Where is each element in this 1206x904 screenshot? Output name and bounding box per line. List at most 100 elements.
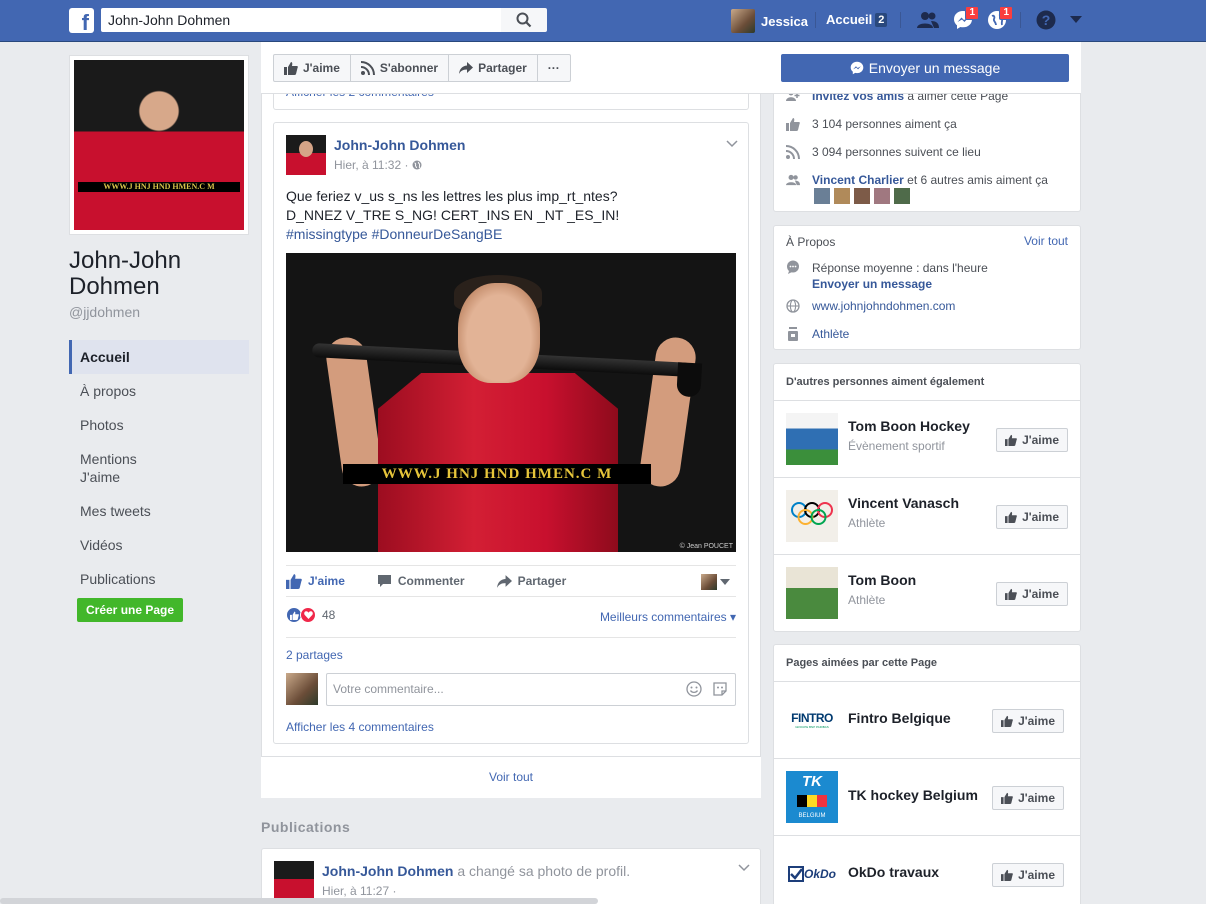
speech-bubble-icon bbox=[787, 260, 799, 274]
suggested-page-name[interactable]: Tom Boon Hockey bbox=[848, 418, 970, 434]
top-navbar: f John-John Dohmen Jessica Accueil 2 1 1… bbox=[0, 0, 1206, 42]
liked-page-name[interactable]: TK hockey Belgium bbox=[848, 787, 978, 803]
comment-input[interactable]: Votre commentaire... bbox=[326, 673, 736, 706]
share-page-button[interactable]: Partager bbox=[449, 55, 538, 81]
nav-item-about[interactable]: À propos bbox=[69, 374, 249, 408]
page-thumbnail[interactable] bbox=[786, 413, 838, 465]
profile-link[interactable]: Jessica bbox=[731, 9, 808, 33]
nav-item-photos[interactable]: Photos bbox=[69, 408, 249, 442]
facebook-logo-icon[interactable]: f bbox=[69, 8, 94, 33]
nav-item-likes[interactable]: Mentions J'aime bbox=[69, 442, 169, 494]
page-thumbnail[interactable] bbox=[786, 490, 838, 542]
avatar[interactable] bbox=[874, 188, 890, 204]
avatar bbox=[286, 673, 318, 705]
create-page-button[interactable]: Créer une Page bbox=[77, 598, 184, 622]
like-page-button[interactable]: J'aime bbox=[992, 709, 1064, 733]
photo-detail bbox=[458, 283, 540, 383]
suggested-page-item: Tom Boon Hockey Évènement sportif J'aime bbox=[773, 400, 1081, 477]
about-card: À Propos Voir tout Réponse moyenne : dan… bbox=[773, 225, 1081, 350]
avatar[interactable] bbox=[854, 188, 870, 204]
follow-button[interactable]: S'abonner bbox=[351, 55, 450, 81]
see-all-posts-link[interactable]: Voir tout bbox=[261, 756, 761, 798]
reactions-summary[interactable]: 48 bbox=[286, 607, 335, 623]
comment-label: Commenter bbox=[397, 574, 465, 588]
comment-button[interactable]: Commenter bbox=[377, 574, 465, 588]
friend-name-link[interactable]: Vincent Charlier bbox=[812, 173, 904, 187]
post-author[interactable]: John-John Dohmen bbox=[334, 137, 465, 153]
shares-count[interactable]: 2 partages bbox=[286, 648, 343, 662]
like-page-button[interactable]: J'aime bbox=[992, 786, 1064, 810]
nav-item-tweets[interactable]: Mes tweets bbox=[69, 494, 249, 528]
like-page-button[interactable]: J'aime bbox=[992, 863, 1064, 887]
post-author-avatar[interactable] bbox=[274, 861, 314, 901]
post-photo[interactable]: WWW.J HNJ HND HMEN.C M © Jean POUCET bbox=[286, 253, 736, 552]
chevron-down-icon bbox=[738, 864, 750, 872]
followers-count-row: 3 094 personnes suivent ce lieu bbox=[786, 145, 981, 159]
love-reaction-icon bbox=[300, 607, 316, 623]
tk-logo-subtext: BELGIUM bbox=[798, 813, 826, 819]
search-input[interactable]: John-John Dohmen bbox=[101, 8, 501, 32]
like-page-button[interactable]: J'aime bbox=[996, 582, 1068, 606]
emoji-icon[interactable] bbox=[686, 681, 702, 697]
about-see-all-link[interactable]: Voir tout bbox=[1024, 234, 1068, 248]
like-page-button[interactable]: J'aime bbox=[996, 505, 1068, 529]
nav-item-videos[interactable]: Vidéos bbox=[69, 528, 249, 562]
friends-like-text: et 6 autres amis aiment ça bbox=[907, 173, 1048, 187]
post-share-button[interactable]: Partager bbox=[496, 574, 566, 588]
page-handle[interactable]: @jjdohmen bbox=[69, 304, 140, 320]
page-thumbnail[interactable]: FINTRO GROUPE BNP PARIBAS bbox=[786, 694, 838, 746]
post-text-line: Que feriez v_us s_ns les lettres les plu… bbox=[286, 188, 618, 204]
sticker-icon[interactable] bbox=[712, 681, 728, 697]
post-like-button[interactable]: J'aime bbox=[286, 573, 345, 589]
avatar bbox=[701, 574, 717, 590]
suggested-page-name[interactable]: Vincent Vanasch bbox=[848, 495, 959, 511]
post-author-avatar[interactable] bbox=[286, 135, 326, 175]
profile-picture[interactable]: WWW.J HNJ HND HMEN.C M bbox=[69, 55, 249, 235]
horizontal-scrollbar[interactable] bbox=[0, 898, 598, 904]
publication-author[interactable]: John-John Dohmen bbox=[322, 863, 453, 879]
website-link[interactable]: www.johnjohndohmen.com bbox=[812, 299, 955, 313]
account-menu-button[interactable] bbox=[1064, 9, 1088, 31]
friends-icon bbox=[786, 174, 800, 186]
liked-page-name[interactable]: Fintro Belgique bbox=[848, 710, 951, 726]
page-like-button[interactable]: J'aime bbox=[274, 55, 351, 81]
hashtag-link[interactable]: #missingtype bbox=[286, 226, 368, 242]
page-thumbnail[interactable]: OkDo bbox=[786, 848, 838, 900]
publication-time[interactable]: Hier, à 11:27 · bbox=[322, 884, 396, 898]
avatar[interactable] bbox=[814, 188, 830, 204]
notifications-button[interactable]: 1 bbox=[985, 6, 1013, 31]
thumbs-up-icon bbox=[1001, 792, 1013, 804]
liked-page-name[interactable]: OkDo travaux bbox=[848, 864, 939, 880]
send-message-button[interactable]: Envoyer un message bbox=[781, 54, 1069, 82]
more-options-button[interactable]: ··· bbox=[538, 55, 570, 81]
followers-count: 3 094 personnes suivent ce lieu bbox=[812, 145, 981, 159]
search-button[interactable] bbox=[501, 8, 547, 32]
post-options-button[interactable] bbox=[726, 137, 738, 151]
react-as-selector[interactable] bbox=[701, 574, 730, 590]
post-options-button[interactable] bbox=[738, 861, 750, 875]
trophy-icon bbox=[788, 327, 798, 341]
suggested-page-item: Tom Boon Athlète J'aime bbox=[773, 554, 1081, 632]
like-page-label: J'aime bbox=[1022, 587, 1059, 601]
avatar[interactable] bbox=[834, 188, 850, 204]
post-timestamp[interactable]: Hier, à 11:32 · bbox=[334, 158, 422, 172]
category-link[interactable]: Athlète bbox=[812, 327, 849, 341]
suggested-page-name[interactable]: Tom Boon bbox=[848, 572, 916, 588]
friend-requests-button[interactable] bbox=[916, 9, 940, 31]
photo-detail bbox=[378, 373, 618, 552]
help-button[interactable]: ? bbox=[1034, 9, 1058, 31]
nav-item-posts[interactable]: Publications bbox=[69, 562, 249, 596]
page-thumbnail[interactable] bbox=[786, 567, 838, 619]
comment-sort-dropdown[interactable]: Meilleurs commentaires ▾ bbox=[600, 610, 736, 624]
divider bbox=[1020, 12, 1021, 28]
send-message-link[interactable]: Envoyer un message bbox=[812, 276, 988, 292]
show-comments-link[interactable]: Afficher les 4 commentaires bbox=[286, 720, 434, 734]
like-page-button[interactable]: J'aime bbox=[996, 428, 1068, 452]
nav-item-home[interactable]: Accueil bbox=[69, 340, 249, 374]
comment-composer: Votre commentaire... bbox=[286, 673, 736, 707]
hashtag-link[interactable]: #DonneurDeSangBE bbox=[372, 226, 503, 242]
avatar[interactable] bbox=[894, 188, 910, 204]
messages-button[interactable]: 1 bbox=[951, 6, 979, 31]
page-thumbnail[interactable]: TK BELGIUM bbox=[786, 771, 838, 823]
home-link[interactable]: Accueil 2 bbox=[826, 12, 888, 27]
